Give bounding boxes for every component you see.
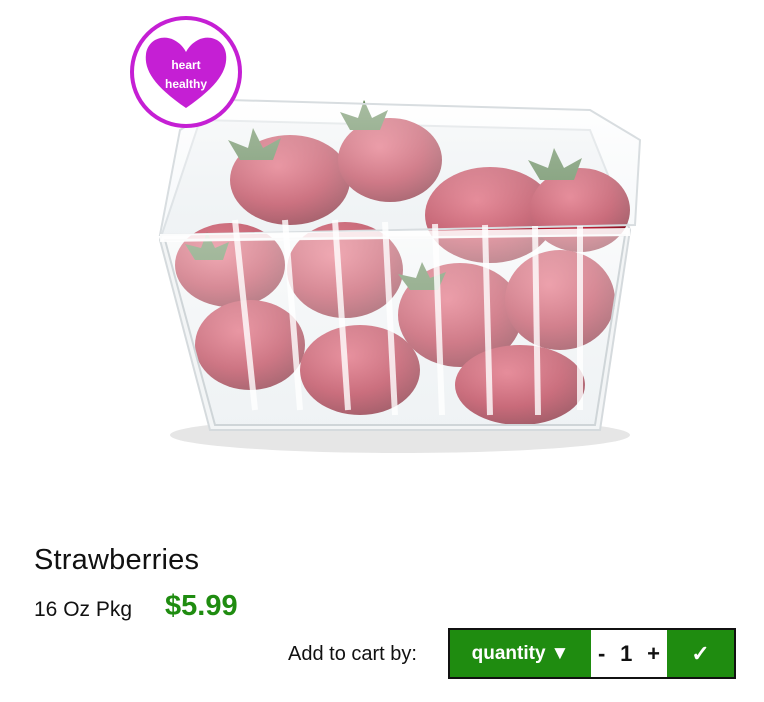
increment-button[interactable]: + (647, 641, 660, 667)
badge-text-line1: heart (171, 58, 201, 72)
add-to-cart-label: Add to cart by: (288, 643, 417, 665)
product-price: $5.99 (165, 590, 238, 622)
heart-healthy-badge: heart healthy (130, 16, 242, 128)
product-size: 16 Oz Pkg (34, 598, 133, 621)
add-to-cart-button[interactable]: ✓ (667, 630, 734, 677)
cart-mode-label: quantity (471, 642, 546, 664)
badge-text-line2: healthy (164, 77, 207, 91)
product-name: Strawberries (34, 544, 200, 576)
add-to-cart-widget: quantity ▼ - 1 + ✓ (448, 628, 736, 679)
quantity-stepper: - 1 + (591, 630, 667, 677)
decrement-button[interactable]: - (598, 641, 605, 667)
heart-icon (145, 37, 227, 109)
cart-mode-dropdown[interactable]: quantity ▼ (450, 630, 591, 677)
product-card: heart healthy Strawberries 16 Oz Pkg $5.… (0, 0, 764, 702)
triangle-down-icon: ▼ (550, 642, 570, 664)
quantity-value: 1 (620, 640, 633, 666)
checkmark-icon: ✓ (691, 640, 710, 666)
